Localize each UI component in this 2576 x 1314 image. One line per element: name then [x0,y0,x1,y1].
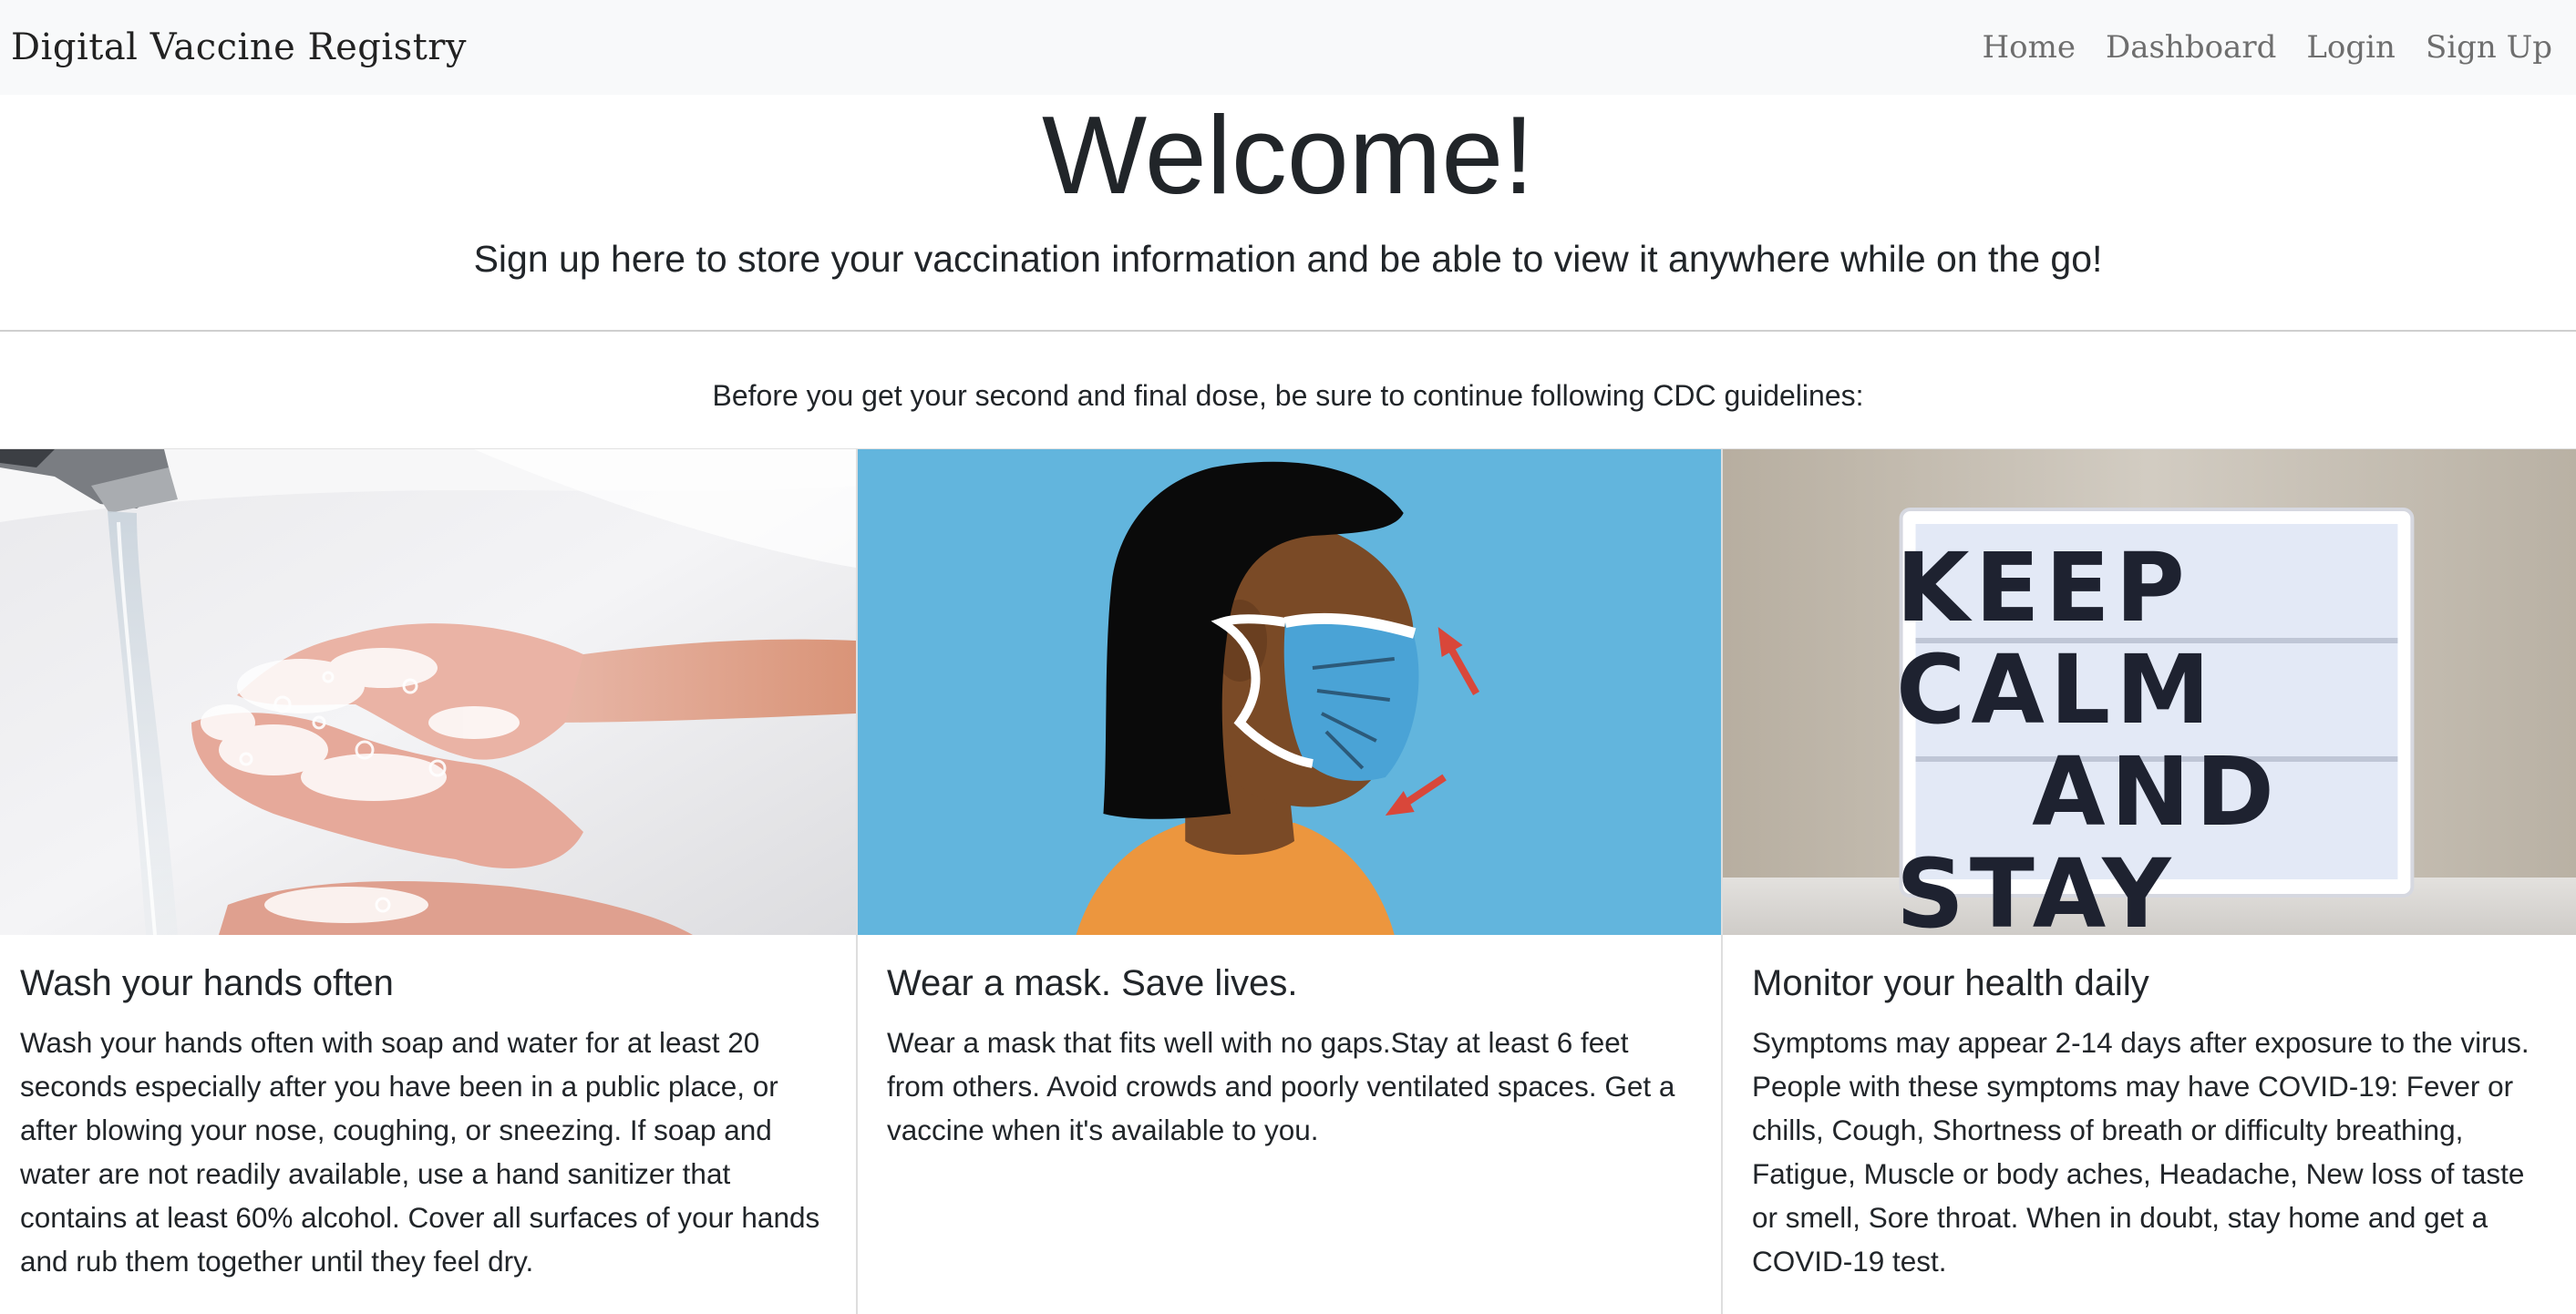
card-wash-hands: Wash your hands often Wash your hands of… [0,448,856,1314]
handwashing-illustration [0,449,856,935]
sign-line-3: STAY HOME [1896,838,2177,935]
sign-line-1: KEEP CALM [1896,532,2216,745]
mask-image [858,449,1721,935]
card-text: Symptoms may appear 2-14 days after expo… [1752,1026,2530,1278]
card-monitor-health: KEEP CALM AND STAY HOME Monitor your hea… [1721,448,2576,1314]
handwashing-image [0,449,856,935]
lightbox-sign-image: KEEP CALM AND STAY HOME [1723,449,2576,935]
nav-link-login[interactable]: Login [2306,29,2396,66]
card-text: Wear a mask that fits well with no gaps.… [887,1026,1675,1146]
sign-text: KEEP CALM AND STAY HOME [1896,522,2416,935]
card-text: Wash your hands often with soap and wate… [20,1026,820,1278]
hero-subtitle: Sign up here to store your vaccination i… [473,238,2103,280]
brand-logo[interactable]: Digital Vaccine Registry [11,26,467,68]
card-title: Wash your hands often [20,963,394,1003]
nav-link-home[interactable]: Home [1982,29,2075,66]
mask-illustration [858,449,1721,935]
nav-link-dashboard[interactable]: Dashboard [2106,29,2276,66]
card-title: Monitor your health daily [1752,963,2149,1003]
guideline-cards: Wash your hands often Wash your hands of… [0,448,2576,1314]
card-wear-mask: Wear a mask. Save lives. Wear a mask tha… [856,448,1721,1314]
nav-links: Home Dashboard Login Sign Up [1982,29,2552,66]
sign-line-2: AND [2032,736,2280,847]
navbar: Digital Vaccine Registry Home Dashboard … [0,0,2576,95]
guidelines-intro: Before you get your second and final dos… [712,379,1864,412]
section-divider [0,330,2576,332]
hero-title: Welcome! [1041,93,1535,217]
card-title: Wear a mask. Save lives. [887,963,1298,1003]
nav-link-sign-up[interactable]: Sign Up [2426,29,2552,66]
